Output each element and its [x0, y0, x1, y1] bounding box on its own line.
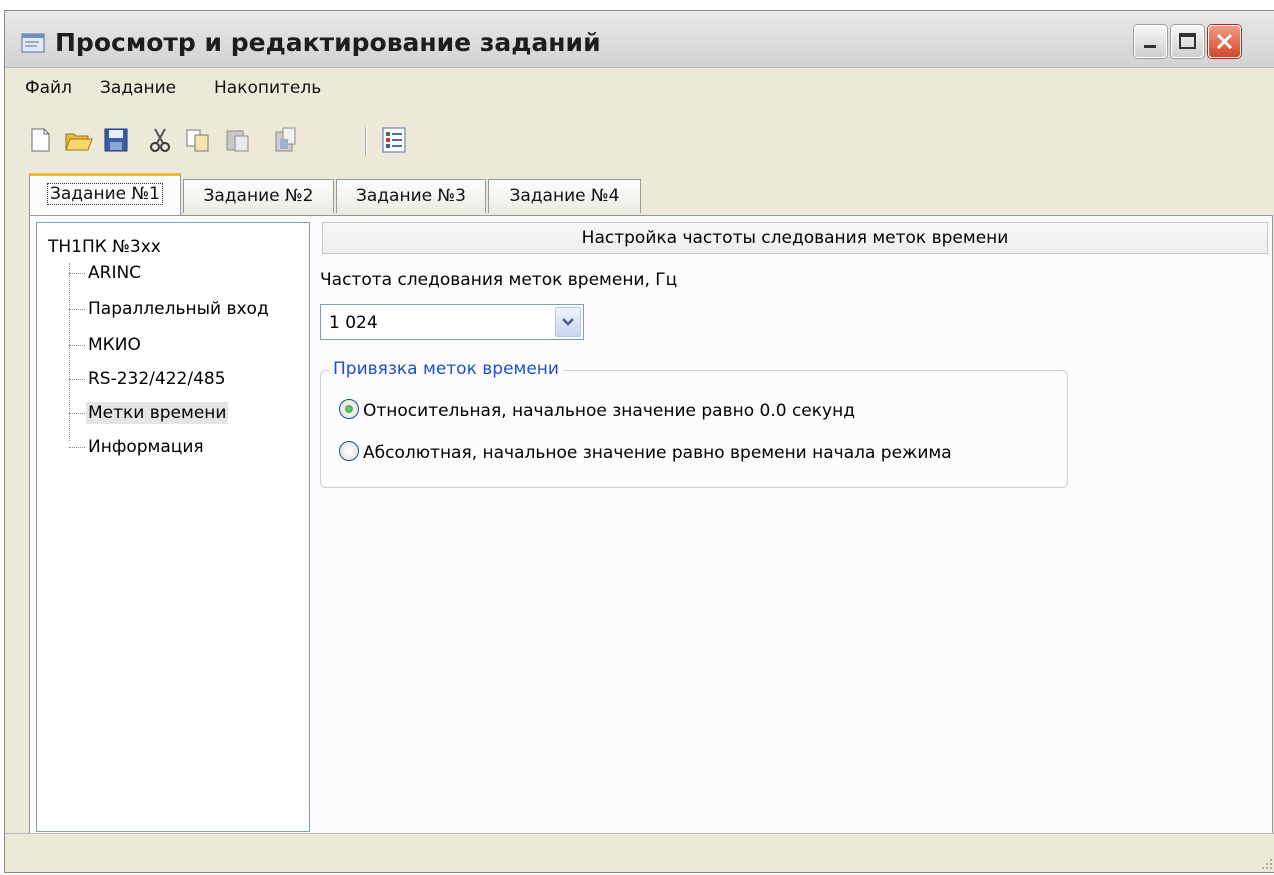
paste-special-icon[interactable] [271, 125, 301, 155]
tree-item-information[interactable]: Информация [69, 437, 206, 457]
radio-relative[interactable]: Относительная, начальное значение равно … [339, 399, 855, 421]
tree-item-rs232[interactable]: RS-232/422/485 [69, 369, 228, 389]
menu-task[interactable]: Задание [100, 78, 176, 98]
menu-file[interactable]: Файл [25, 78, 72, 98]
save-icon[interactable] [101, 125, 131, 155]
tree-item-label: Информация [88, 437, 204, 457]
tab-task-4[interactable]: Задание №4 [488, 179, 641, 213]
radio-label: Абсолютная, начальное значение равно вре… [363, 443, 952, 463]
resize-grip-icon[interactable] [1259, 854, 1273, 869]
task-tabs: Задание №1 Задание №2 Задание №3 Задание… [5, 169, 1274, 215]
toolbar-separator [365, 127, 367, 155]
tab-label: Задание №3 [355, 186, 466, 206]
main-window: Просмотр и редактирование заданий Файл З… [4, 10, 1274, 873]
chevron-down-icon[interactable] [555, 307, 581, 337]
tab-task-2[interactable]: Задание №2 [183, 179, 334, 213]
tab-task-1[interactable]: Задание №1 [29, 173, 181, 215]
section-header: Настройка частоты следования меток време… [322, 222, 1268, 254]
tab-task-3[interactable]: Задание №3 [336, 179, 486, 213]
minimize-button[interactable] [1134, 25, 1167, 58]
tree-item-label: Параллельный вход [88, 299, 269, 319]
paste-icon[interactable] [223, 125, 253, 155]
tree-item-arinc[interactable]: ARINC [69, 263, 143, 283]
toolbar [5, 117, 1274, 167]
copy-icon[interactable] [183, 125, 213, 155]
radio-label: Относительная, начальное значение равно … [363, 401, 855, 421]
title-bar[interactable]: Просмотр и редактирование заданий [5, 11, 1274, 68]
radio-checked-icon[interactable] [339, 399, 359, 419]
menu-storage[interactable]: Накопитель [214, 78, 321, 98]
window-title: Просмотр и редактирование заданий [55, 28, 601, 57]
tree-item-label: Метки времени [86, 402, 229, 424]
close-button[interactable] [1208, 25, 1241, 58]
tree-item-parallel-input[interactable]: Параллельный вход [69, 299, 271, 319]
radio-unchecked-icon[interactable] [339, 441, 359, 461]
tree-item-time-marks[interactable]: Метки времени [69, 402, 229, 424]
frequency-label: Частота следования меток времени, Гц [320, 270, 678, 290]
time-binding-group: Привязка меток времени Относительная, на… [320, 359, 1068, 488]
menu-bar: Файл Задание Накопитель [5, 68, 1274, 112]
group-title: Привязка меток времени [329, 359, 563, 379]
tree-item-label: МКИО [88, 335, 141, 355]
settings-tree: ТН1ПК №3xx ARINC Параллельный вход МКИО … [36, 222, 310, 832]
tab-panel: ТН1ПК №3xx ARINC Параллельный вход МКИО … [29, 215, 1273, 837]
tree-item-label: ARINC [88, 263, 142, 283]
tab-label: Задание №4 [509, 186, 620, 206]
tab-label: Задание №2 [203, 186, 314, 206]
tree-item-label: RS-232/422/485 [88, 369, 226, 389]
frequency-value: 1 024 [329, 313, 378, 333]
properties-icon[interactable] [379, 125, 409, 155]
maximize-button[interactable] [1171, 25, 1204, 58]
app-icon [21, 33, 45, 53]
tree-root[interactable]: ТН1ПК №3xx [48, 237, 161, 257]
status-bar [5, 833, 1274, 872]
radio-absolute[interactable]: Абсолютная, начальное значение равно вре… [339, 441, 952, 463]
new-icon[interactable] [25, 125, 55, 155]
tab-label: Задание №1 [46, 183, 163, 205]
open-icon[interactable] [63, 125, 93, 155]
frequency-select[interactable]: 1 024 [320, 304, 584, 340]
tree-item-mkio[interactable]: МКИО [69, 335, 143, 355]
cut-icon[interactable] [145, 125, 175, 155]
